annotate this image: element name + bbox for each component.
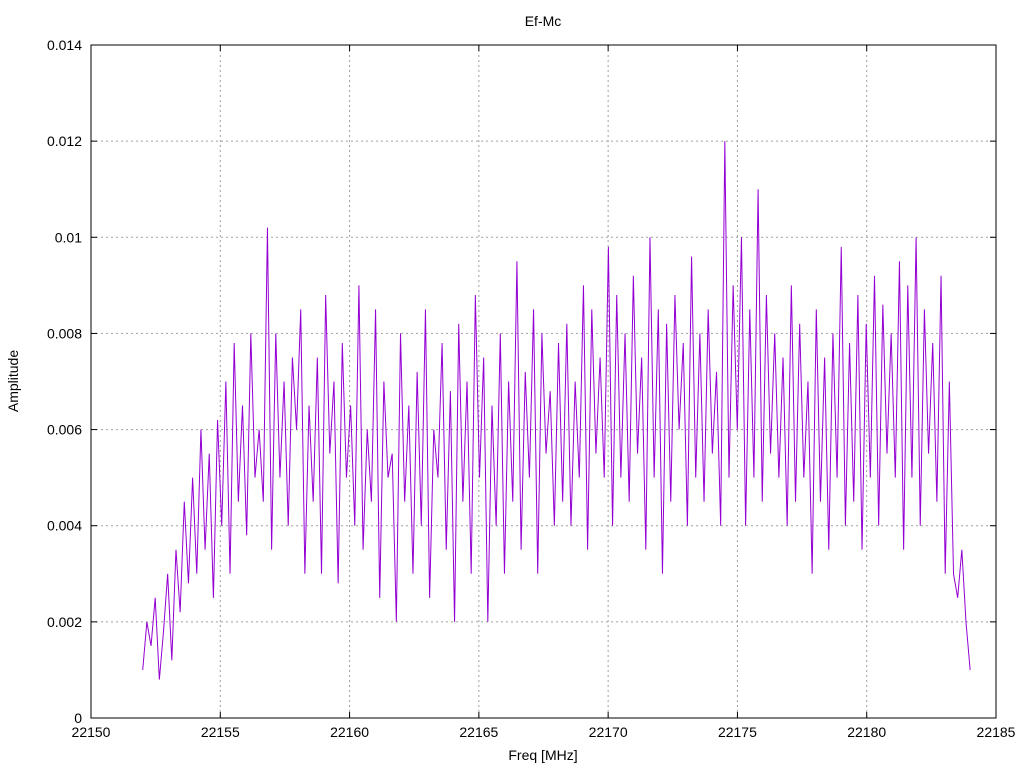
chart-container: 22150 22155 22160 22165 22170 22175 22180 22185… — [0, 0, 1024, 768]
x-tick-label: 22180 — [847, 724, 886, 740]
y-tick-label: 0.008 — [47, 325, 82, 341]
y-tick-label: 0.014 — [47, 37, 82, 53]
y-axis-label: Amplitude — [5, 350, 21, 412]
x-tick-label: 22170 — [589, 724, 628, 740]
x-tick-label: 22150 — [72, 724, 111, 740]
x-tick-label: 22185 — [977, 724, 1016, 740]
y-tick-label: 0.006 — [47, 422, 82, 438]
x-tick-label: 22155 — [201, 724, 240, 740]
y-tick-label: 0.002 — [47, 614, 82, 630]
y-tick-label: 0 — [74, 710, 82, 726]
line-chart: 22150 22155 22160 22165 22170 22175 22180 22185… — [5, 13, 1016, 763]
x-tick-label: 22160 — [330, 724, 369, 740]
chart-title: Ef-Mc — [525, 13, 562, 29]
y-tick-label: 0.004 — [47, 518, 82, 534]
series-line — [142, 141, 971, 680]
x-tick-label: 22175 — [718, 724, 757, 740]
x-tick-label: 22165 — [459, 724, 498, 740]
y-tick-label: 0.012 — [47, 133, 82, 149]
x-axis-label: Freq [MHz] — [508, 747, 577, 763]
y-tick-label: 0.01 — [55, 229, 82, 245]
